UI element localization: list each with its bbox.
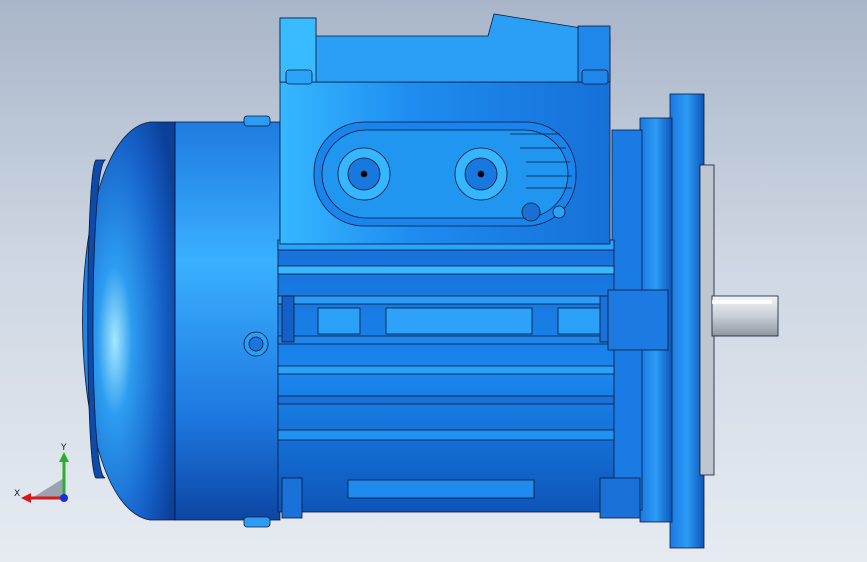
triad-plane [32,478,64,498]
motor-model[interactable] [0,0,867,562]
cad-viewport[interactable]: Y X [0,0,867,562]
terminal-box [279,13,611,245]
z-axis-dot [60,494,68,502]
side-plug [243,331,269,357]
stator-housing [277,239,669,519]
x-axis-label: X [14,489,20,499]
output-shaft [711,295,779,337]
y-axis-label: Y [60,443,67,453]
fan-cover [82,115,281,528]
axis-triad: Y X [14,443,69,503]
